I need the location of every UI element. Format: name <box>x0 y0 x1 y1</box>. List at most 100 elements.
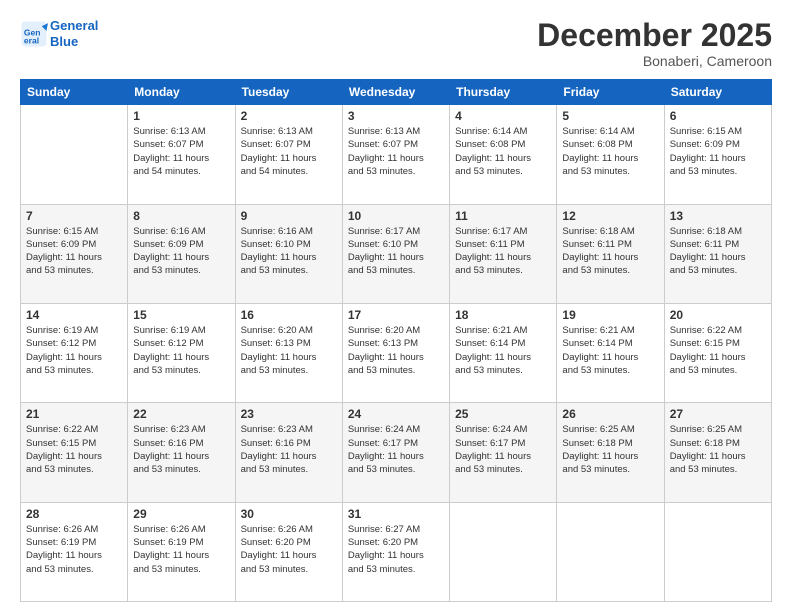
calendar-cell: 26 Sunrise: 6:25 AMSunset: 6:18 PMDayligh… <box>557 403 664 502</box>
calendar-cell <box>450 502 557 601</box>
cell-info: Sunrise: 6:20 AMSunset: 6:13 PMDaylight:… <box>348 324 444 377</box>
svg-text:eral: eral <box>24 35 39 45</box>
calendar-cell: 5 Sunrise: 6:14 AMSunset: 6:08 PMDaylight… <box>557 105 664 204</box>
cell-info: Sunrise: 6:14 AMSunset: 6:08 PMDaylight:… <box>562 125 658 178</box>
day-number: 2 <box>241 109 337 123</box>
day-number: 17 <box>348 308 444 322</box>
calendar-header-row: SundayMondayTuesdayWednesdayThursdayFrid… <box>21 80 772 105</box>
cell-info: Sunrise: 6:25 AMSunset: 6:18 PMDaylight:… <box>670 423 766 476</box>
calendar-cell: 6 Sunrise: 6:15 AMSunset: 6:09 PMDaylight… <box>664 105 771 204</box>
logo-line1: General <box>50 18 98 34</box>
calendar-cell: 30 Sunrise: 6:26 AMSunset: 6:20 PMDayligh… <box>235 502 342 601</box>
calendar-cell: 10 Sunrise: 6:17 AMSunset: 6:10 PMDayligh… <box>342 204 449 303</box>
day-number: 21 <box>26 407 122 421</box>
cell-info: Sunrise: 6:13 AMSunset: 6:07 PMDaylight:… <box>348 125 444 178</box>
day-number: 3 <box>348 109 444 123</box>
cell-info: Sunrise: 6:24 AMSunset: 6:17 PMDaylight:… <box>348 423 444 476</box>
calendar-cell: 11Sunrise: 6:17 AMSunset: 6:11 PMDayligh… <box>450 204 557 303</box>
cell-info: Sunrise: 6:22 AMSunset: 6:15 PMDaylight:… <box>670 324 766 377</box>
cell-info: Sunrise: 6:17 AMSunset: 6:10 PMDaylight:… <box>348 225 444 278</box>
cell-info: Sunrise: 6:20 AMSunset: 6:13 PMDaylight:… <box>241 324 337 377</box>
day-number: 9 <box>241 209 337 223</box>
logo-icon: Gen eral <box>20 20 48 48</box>
cell-info: Sunrise: 6:26 AMSunset: 6:19 PMDaylight:… <box>133 523 229 576</box>
cell-info: Sunrise: 6:23 AMSunset: 6:16 PMDaylight:… <box>241 423 337 476</box>
calendar-row-0: 1Sunrise: 6:13 AMSunset: 6:07 PMDaylight… <box>21 105 772 204</box>
calendar-table: SundayMondayTuesdayWednesdayThursdayFrid… <box>20 79 772 602</box>
day-number: 24 <box>348 407 444 421</box>
cell-info: Sunrise: 6:21 AMSunset: 6:14 PMDaylight:… <box>562 324 658 377</box>
col-header-saturday: Saturday <box>664 80 771 105</box>
calendar-cell: 29 Sunrise: 6:26 AMSunset: 6:19 PMDayligh… <box>128 502 235 601</box>
calendar-cell: 17 Sunrise: 6:20 AMSunset: 6:13 PMDayligh… <box>342 303 449 402</box>
day-number: 13 <box>670 209 766 223</box>
calendar-cell: 13Sunrise: 6:18 AMSunset: 6:11 PMDayligh… <box>664 204 771 303</box>
calendar-cell: 19 Sunrise: 6:21 AMSunset: 6:14 PMDayligh… <box>557 303 664 402</box>
calendar-cell <box>21 105 128 204</box>
cell-info: Sunrise: 6:23 AMSunset: 6:16 PMDaylight:… <box>133 423 229 476</box>
calendar-cell: 9 Sunrise: 6:16 AMSunset: 6:10 PMDaylight… <box>235 204 342 303</box>
col-header-wednesday: Wednesday <box>342 80 449 105</box>
day-number: 20 <box>670 308 766 322</box>
calendar-cell: 12 Sunrise: 6:18 AMSunset: 6:11 PMDayligh… <box>557 204 664 303</box>
calendar-cell: 23 Sunrise: 6:23 AMSunset: 6:16 PMDayligh… <box>235 403 342 502</box>
cell-info: Sunrise: 6:26 AMSunset: 6:19 PMDaylight:… <box>26 523 122 576</box>
page: Gen eral General Blue December 2025 Bona… <box>0 0 792 612</box>
col-header-sunday: Sunday <box>21 80 128 105</box>
cell-info: Sunrise: 6:27 AMSunset: 6:20 PMDaylight:… <box>348 523 444 576</box>
day-number: 16 <box>241 308 337 322</box>
cell-info: Sunrise: 6:15 AMSunset: 6:09 PMDaylight:… <box>670 125 766 178</box>
day-number: 31 <box>348 507 444 521</box>
day-number: 5 <box>562 109 658 123</box>
calendar-cell: 3 Sunrise: 6:13 AMSunset: 6:07 PMDaylight… <box>342 105 449 204</box>
calendar-row-3: 21Sunrise: 6:22 AMSunset: 6:15 PMDayligh… <box>21 403 772 502</box>
cell-info: Sunrise: 6:26 AMSunset: 6:20 PMDaylight:… <box>241 523 337 576</box>
cell-info: Sunrise: 6:18 AMSunset: 6:11 PMDaylight:… <box>562 225 658 278</box>
calendar-cell <box>664 502 771 601</box>
day-number: 12 <box>562 209 658 223</box>
calendar-cell: 25Sunrise: 6:24 AMSunset: 6:17 PMDayligh… <box>450 403 557 502</box>
header: Gen eral General Blue December 2025 Bona… <box>20 18 772 69</box>
cell-info: Sunrise: 6:25 AMSunset: 6:18 PMDaylight:… <box>562 423 658 476</box>
calendar-cell: 15Sunrise: 6:19 AMSunset: 6:12 PMDayligh… <box>128 303 235 402</box>
calendar-cell: 22Sunrise: 6:23 AMSunset: 6:16 PMDayligh… <box>128 403 235 502</box>
calendar-cell <box>557 502 664 601</box>
title-block: December 2025 Bonaberi, Cameroon <box>537 18 772 69</box>
col-header-tuesday: Tuesday <box>235 80 342 105</box>
cell-info: Sunrise: 6:16 AMSunset: 6:09 PMDaylight:… <box>133 225 229 278</box>
logo-text: General Blue <box>50 18 98 49</box>
cell-info: Sunrise: 6:16 AMSunset: 6:10 PMDaylight:… <box>241 225 337 278</box>
day-number: 30 <box>241 507 337 521</box>
cell-info: Sunrise: 6:14 AMSunset: 6:08 PMDaylight:… <box>455 125 551 178</box>
logo: Gen eral General Blue <box>20 18 98 49</box>
col-header-monday: Monday <box>128 80 235 105</box>
calendar-body: 1Sunrise: 6:13 AMSunset: 6:07 PMDaylight… <box>21 105 772 602</box>
day-number: 6 <box>670 109 766 123</box>
day-number: 29 <box>133 507 229 521</box>
calendar-cell: 1Sunrise: 6:13 AMSunset: 6:07 PMDaylight… <box>128 105 235 204</box>
day-number: 23 <box>241 407 337 421</box>
month-title: December 2025 <box>537 18 772 53</box>
cell-info: Sunrise: 6:17 AMSunset: 6:11 PMDaylight:… <box>455 225 551 278</box>
cell-info: Sunrise: 6:19 AMSunset: 6:12 PMDaylight:… <box>133 324 229 377</box>
day-number: 4 <box>455 109 551 123</box>
cell-info: Sunrise: 6:13 AMSunset: 6:07 PMDaylight:… <box>133 125 229 178</box>
calendar-cell: 31 Sunrise: 6:27 AMSunset: 6:20 PMDayligh… <box>342 502 449 601</box>
cell-info: Sunrise: 6:21 AMSunset: 6:14 PMDaylight:… <box>455 324 551 377</box>
cell-info: Sunrise: 6:24 AMSunset: 6:17 PMDaylight:… <box>455 423 551 476</box>
calendar-row-2: 14 Sunrise: 6:19 AMSunset: 6:12 PMDayligh… <box>21 303 772 402</box>
day-number: 19 <box>562 308 658 322</box>
day-number: 26 <box>562 407 658 421</box>
calendar-cell: 27Sunrise: 6:25 AMSunset: 6:18 PMDayligh… <box>664 403 771 502</box>
calendar-cell: 2Sunrise: 6:13 AMSunset: 6:07 PMDaylight… <box>235 105 342 204</box>
day-number: 14 <box>26 308 122 322</box>
day-number: 18 <box>455 308 551 322</box>
calendar-cell: 7Sunrise: 6:15 AMSunset: 6:09 PMDaylight… <box>21 204 128 303</box>
calendar-cell: 21Sunrise: 6:22 AMSunset: 6:15 PMDayligh… <box>21 403 128 502</box>
calendar-cell: 24 Sunrise: 6:24 AMSunset: 6:17 PMDayligh… <box>342 403 449 502</box>
col-header-friday: Friday <box>557 80 664 105</box>
day-number: 10 <box>348 209 444 223</box>
cell-info: Sunrise: 6:15 AMSunset: 6:09 PMDaylight:… <box>26 225 122 278</box>
cell-info: Sunrise: 6:19 AMSunset: 6:12 PMDaylight:… <box>26 324 122 377</box>
logo-line2: Blue <box>50 34 98 50</box>
